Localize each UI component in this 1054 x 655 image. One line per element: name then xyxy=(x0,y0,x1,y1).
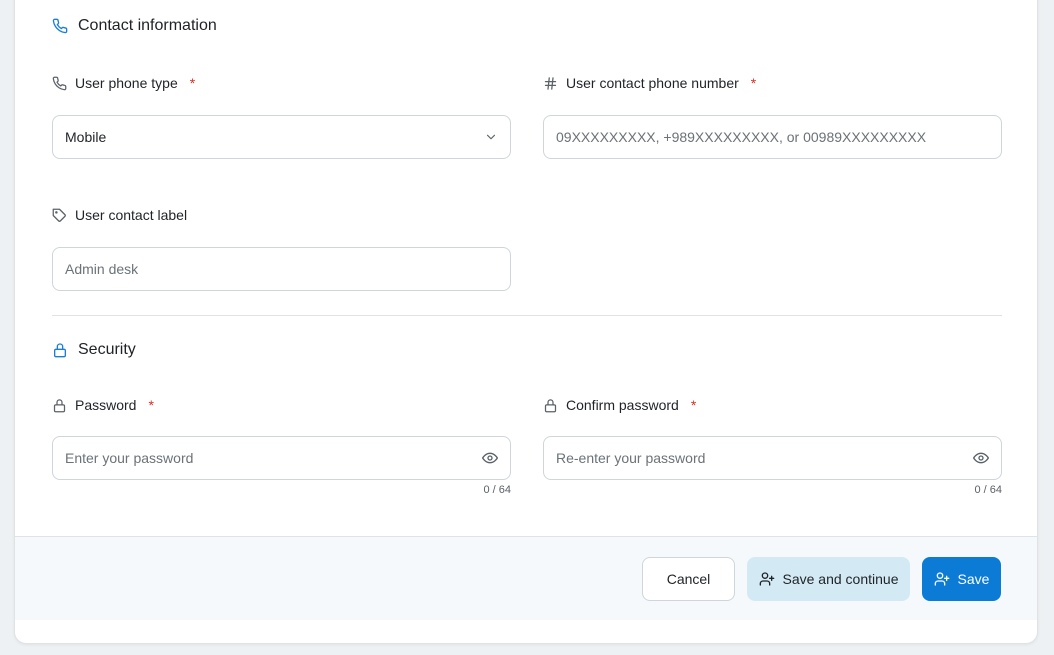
cancel-button-label: Cancel xyxy=(666,571,711,587)
eye-icon[interactable] xyxy=(973,450,989,466)
password-placeholder: Enter your password xyxy=(65,450,194,466)
form-footer: Cancel Save and continue Save xyxy=(15,536,1037,620)
user-plus-icon xyxy=(759,571,775,587)
tag-icon xyxy=(52,208,67,223)
eye-icon[interactable] xyxy=(482,450,498,466)
contact-section-title: Contact information xyxy=(52,17,217,35)
password-label-text: Password xyxy=(75,397,137,413)
confirm-password-input[interactable]: Re-enter your password xyxy=(543,436,1002,480)
user-plus-icon xyxy=(934,571,950,587)
confirm-password-label: Confirm password * xyxy=(543,397,696,413)
phone-type-value: Mobile xyxy=(65,129,107,145)
phone-type-label: User phone type * xyxy=(52,75,195,91)
contact-label-input[interactable]: Admin desk xyxy=(52,247,511,291)
phone-type-select[interactable]: Mobile xyxy=(52,115,511,159)
required-mark: * xyxy=(189,75,196,91)
confirm-password-placeholder: Re-enter your password xyxy=(556,450,706,466)
password-label: Password * xyxy=(52,397,154,413)
contact-section-title-text: Contact information xyxy=(78,17,217,34)
phone-icon xyxy=(52,76,67,91)
phone-type-label-text: User phone type xyxy=(75,75,178,91)
save-button-label: Save xyxy=(957,571,990,587)
required-mark: * xyxy=(750,75,757,91)
save-and-continue-button[interactable]: Save and continue xyxy=(747,557,910,601)
phone-number-placeholder: 09XXXXXXXXX, +989XXXXXXXXX, or 00989XXXX… xyxy=(556,129,927,145)
hash-icon xyxy=(543,76,558,91)
save-button[interactable]: Save xyxy=(922,557,1001,601)
required-mark: * xyxy=(690,397,697,413)
required-mark: * xyxy=(148,397,154,413)
confirm-password-label-text: Confirm password xyxy=(566,397,679,413)
security-section-title: Security xyxy=(52,341,136,359)
phone-number-label: User contact phone number * xyxy=(543,75,756,91)
lock-icon xyxy=(52,398,67,413)
contact-label-placeholder: Admin desk xyxy=(65,261,139,277)
lock-icon xyxy=(543,398,558,413)
lock-icon xyxy=(52,342,68,358)
confirm-password-char-counter: 0 / 64 xyxy=(974,484,1002,496)
password-input[interactable]: Enter your password xyxy=(52,436,511,480)
cancel-button[interactable]: Cancel xyxy=(642,557,735,601)
contact-label-label-text: User contact label xyxy=(75,207,188,223)
password-char-counter: 0 / 64 xyxy=(483,484,511,496)
security-section-title-text: Security xyxy=(78,341,136,358)
save-and-continue-label: Save and continue xyxy=(782,571,899,587)
phone-number-label-text: User contact phone number xyxy=(566,75,739,91)
phone-number-input[interactable]: 09XXXXXXXXX, +989XXXXXXXXX, or 00989XXXX… xyxy=(543,115,1002,159)
section-divider xyxy=(52,315,1002,316)
chevron-down-icon[interactable] xyxy=(484,130,498,144)
phone-icon xyxy=(52,18,68,34)
contact-label-label: User contact label xyxy=(52,207,187,223)
user-form-card: Contact information User phone type * Mo… xyxy=(14,0,1038,644)
